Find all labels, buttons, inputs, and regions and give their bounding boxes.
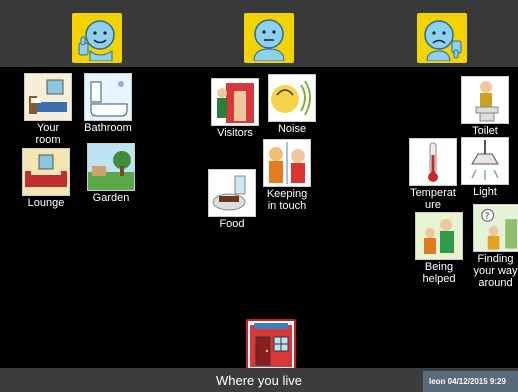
phone-call-icon — [263, 139, 311, 187]
svg-text:?: ? — [485, 212, 490, 222]
thumbs-down-face-button[interactable] — [417, 13, 467, 63]
topic-light[interactable]: Light — [461, 137, 509, 198]
ceiling-light-icon — [461, 137, 509, 185]
topic-label: Your room — [35, 122, 61, 146]
food-icon — [208, 169, 256, 217]
noise-icon — [268, 74, 316, 122]
thermometer-icon — [409, 138, 457, 186]
being-helped-icon — [415, 212, 463, 260]
mood-toolbar — [0, 0, 518, 67]
thumbs-down-face-icon — [424, 20, 462, 61]
neutral-face-icon — [253, 19, 285, 61]
topic-temperature[interactable]: Temperat ure — [408, 138, 458, 211]
finding-way-icon: ? — [473, 204, 518, 252]
topic-label: Visitors — [217, 127, 253, 139]
topic-visitors[interactable]: Visitors — [210, 78, 260, 139]
topic-label: Light — [473, 186, 497, 198]
neutral-face-button[interactable] — [244, 13, 294, 63]
topic-noise[interactable]: Noise — [266, 74, 318, 135]
topic-label: Noise — [277, 123, 307, 135]
topic-label: Finding your way around — [473, 253, 518, 289]
topic-label: Temperat ure — [410, 187, 456, 211]
bedroom-icon — [24, 73, 72, 121]
visitors-icon — [211, 78, 259, 126]
topic-finding-your-way-around[interactable]: ? Finding your way around — [473, 204, 518, 289]
topic-label: Keeping in touch — [266, 188, 308, 212]
topic-label: Toilet — [472, 125, 498, 137]
topic-being-helped[interactable]: Being helped — [414, 212, 464, 285]
toilet-icon — [461, 76, 509, 124]
topic-label: Being helped — [422, 261, 456, 285]
topic-your-room[interactable]: Your room — [24, 73, 72, 146]
garden-icon — [87, 143, 135, 191]
topic-toilet[interactable]: Toilet — [460, 76, 510, 137]
topic-label: Lounge — [27, 197, 65, 209]
user-status-badge: leon 04/12/2015 9:29 — [423, 371, 518, 392]
topic-lounge[interactable]: Lounge — [22, 148, 70, 209]
thumbs-up-face-button[interactable] — [72, 13, 122, 63]
thumbs-up-face-icon — [78, 20, 115, 61]
topic-keeping-in-touch[interactable]: Keeping in touch — [262, 139, 312, 212]
house-door-icon — [250, 323, 292, 367]
home-button[interactable] — [246, 319, 296, 371]
topic-label: Garden — [92, 192, 130, 204]
topic-label: Food — [219, 218, 245, 230]
topic-label: Bathroom — [84, 122, 132, 134]
bathroom-icon — [84, 73, 132, 121]
lounge-icon — [22, 148, 70, 196]
topic-garden[interactable]: Garden — [87, 143, 135, 204]
topic-food[interactable]: Food — [208, 169, 256, 230]
topic-bathroom[interactable]: Bathroom — [84, 73, 132, 134]
